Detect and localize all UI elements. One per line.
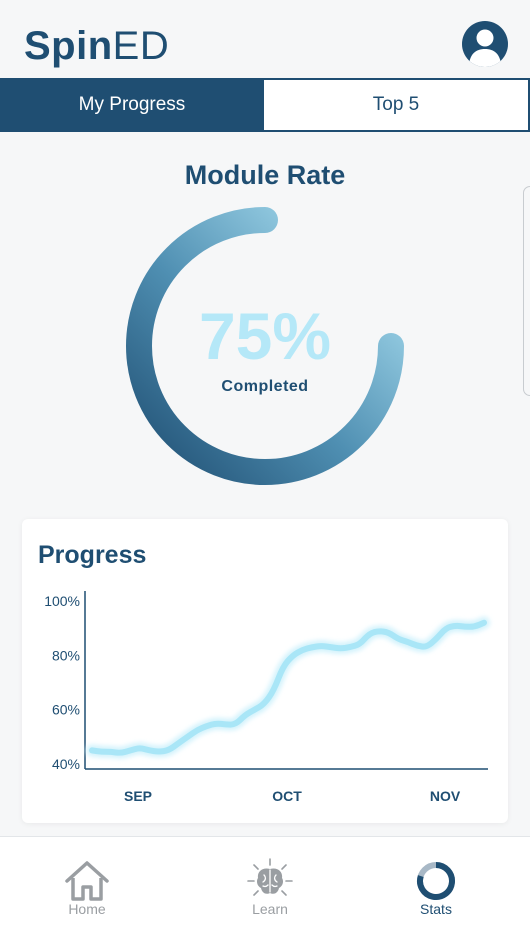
home-icon <box>65 861 109 901</box>
nav-stats[interactable]: Stats <box>381 837 491 931</box>
x-tick-label: OCT <box>272 788 302 804</box>
completion-percent: 75% <box>198 299 332 373</box>
nav-home-label: Home <box>68 901 106 917</box>
series-glow <box>86 616 490 759</box>
progress-card: Progress 100% 80% 60% 40% SEP OCT NOV <box>22 519 508 823</box>
stats-ring-icon <box>417 862 455 900</box>
bottom-navbar: Home Learn Stats <box>0 836 530 931</box>
side-drawer-handle[interactable] <box>523 186 530 396</box>
brain-icon <box>247 858 293 896</box>
nav-learn[interactable]: Learn <box>215 837 325 931</box>
x-tick-label: NOV <box>430 788 461 804</box>
y-tick-label: 80% <box>52 647 80 663</box>
y-tick-label: 100% <box>44 593 80 609</box>
module-rate-ring <box>126 207 404 485</box>
y-tick-label: 60% <box>52 702 80 718</box>
x-tick-label: SEP <box>124 788 152 804</box>
progress-line-chart: 100% 80% 60% 40% SEP OCT NOV <box>44 591 490 804</box>
completion-label: Completed <box>221 378 309 395</box>
y-tick-label: 40% <box>52 756 80 772</box>
nav-stats-label: Stats <box>420 901 452 917</box>
nav-learn-label: Learn <box>252 901 288 917</box>
nav-home[interactable]: Home <box>32 837 142 931</box>
